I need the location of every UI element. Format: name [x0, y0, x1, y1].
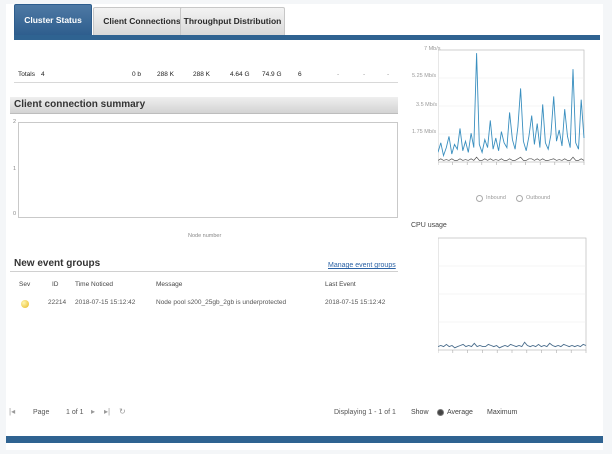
column-header-time[interactable]: Time Noticed	[75, 281, 113, 288]
maximum-radio[interactable]	[478, 409, 485, 416]
refresh-icon[interactable]: ↻	[119, 407, 126, 416]
y-tick-label: 5.25 Mb/s	[412, 73, 437, 79]
y-tick-label: 2	[13, 119, 17, 125]
totals-value: -	[337, 71, 340, 78]
legend-inbound: Inbound	[486, 195, 506, 201]
column-header-id[interactable]: ID	[52, 281, 59, 288]
client-summary-title: Client connection summary	[14, 99, 146, 110]
throughput-panel: 7 Mb/s 5.25 Mb/s 3.5 Mb/s 1.75 Mb/s Inbo…	[402, 44, 602, 212]
column-header-sev[interactable]: Sev	[19, 281, 30, 288]
show-label: Show	[411, 409, 429, 416]
client-summary-chart	[18, 122, 398, 218]
event-message: Node pool s200_25gb_2gb is underprotecte…	[156, 299, 287, 306]
page-label: Page	[33, 409, 50, 416]
y-tick-label: 1.75 Mb/s	[412, 129, 437, 135]
tab-cluster-status[interactable]: Cluster Status	[14, 4, 92, 36]
first-page-icon[interactable]: |◂	[9, 407, 15, 416]
totals-value: -	[363, 71, 366, 78]
manage-event-groups-link[interactable]: Manage event groups	[328, 262, 396, 269]
bottom-bar	[6, 436, 603, 443]
event-time: 2018-07-15 15:12:42	[75, 299, 136, 306]
column-header-message[interactable]: Message	[156, 281, 182, 288]
x-axis-label: Node number	[188, 233, 222, 239]
cpu-chart	[438, 237, 587, 353]
last-page-icon[interactable]: ▸|	[104, 407, 110, 416]
page-number: 1 of 1	[66, 409, 84, 416]
average-radio[interactable]	[437, 409, 444, 416]
legend-outbound-marker[interactable]	[516, 195, 523, 202]
cpu-usage-title: CPU usage	[411, 222, 447, 229]
totals-label: Totals	[18, 71, 35, 78]
next-page-icon[interactable]: ▸	[91, 407, 95, 416]
y-tick-label: 1	[13, 166, 17, 172]
y-tick-label: 0	[13, 211, 17, 217]
totals-value: 288 K	[157, 71, 174, 78]
totals-value: 4.64 G	[230, 71, 250, 78]
maximum-label[interactable]: Maximum	[487, 409, 517, 416]
totals-value: 74.9 G	[262, 71, 282, 78]
totals-count: 4	[41, 71, 45, 78]
totals-divider	[14, 82, 398, 83]
legend-inbound-marker[interactable]	[476, 195, 483, 202]
tab-client-connections[interactable]: Client Connections	[93, 7, 191, 35]
legend-outbound: Outbound	[526, 195, 551, 201]
column-header-last-event[interactable]: Last Event	[325, 281, 356, 288]
cpu-panel	[402, 234, 602, 396]
totals-value: 6	[298, 71, 302, 78]
totals-value: 288 K	[193, 71, 210, 78]
events-title: New event groups	[14, 258, 101, 269]
event-id: 22214	[48, 299, 67, 306]
tab-underline	[14, 35, 600, 40]
severity-info-icon	[21, 300, 29, 308]
totals-value: -	[387, 71, 390, 78]
tab-throughput-distribution[interactable]: Throughput Distribution	[180, 7, 285, 35]
y-tick-label: 3.5 Mb/s	[416, 102, 438, 108]
event-last: 2018-07-15 15:12:42	[325, 299, 386, 306]
throughput-chart	[438, 49, 585, 165]
average-label[interactable]: Average	[447, 409, 473, 416]
totals-value: 0 b	[132, 71, 142, 78]
displaying-count: Displaying 1 - 1 of 1	[334, 409, 396, 416]
